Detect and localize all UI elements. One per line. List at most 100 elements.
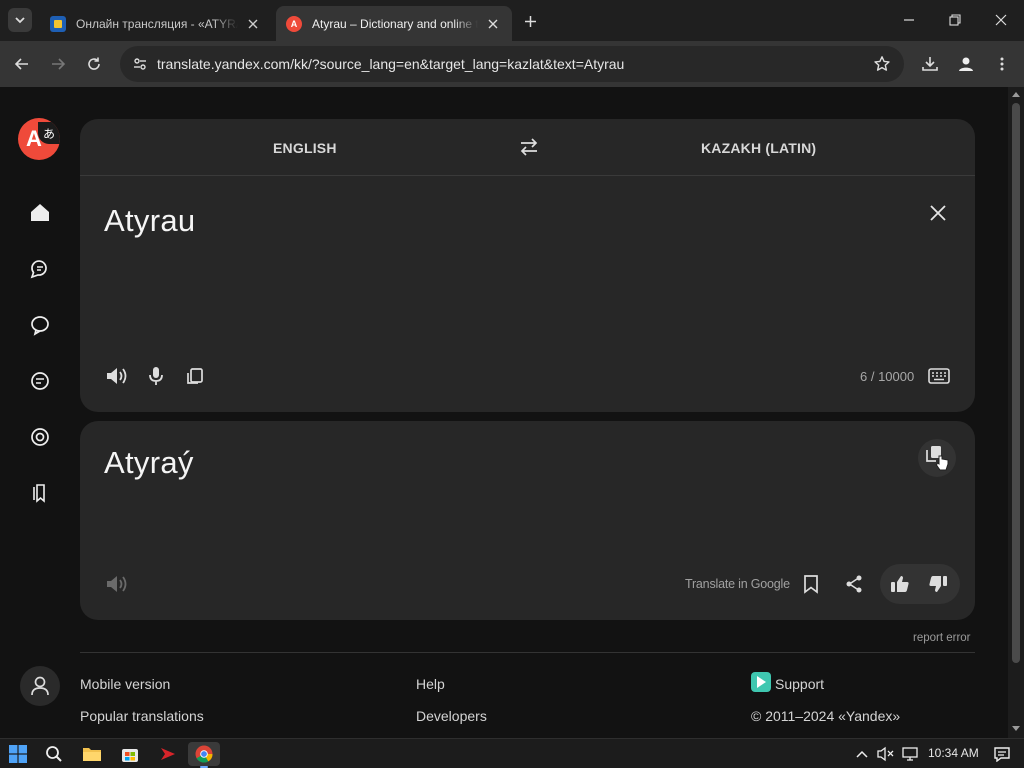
translation-card: Atyraý Translate in Google: [80, 421, 975, 620]
tab-search-button[interactable]: [8, 8, 32, 32]
network-monitor-icon: [902, 747, 918, 761]
language-bar: ENGLISH KAZAKH (LATIN): [80, 119, 975, 176]
translation-text: Atyraý: [104, 445, 194, 480]
downloads-button[interactable]: [916, 50, 944, 78]
source-language-selector[interactable]: ENGLISH: [273, 140, 337, 156]
camera-lens-icon: [31, 428, 49, 446]
sidebar-item-dialog[interactable]: [28, 257, 52, 281]
sidebar-item-documents[interactable]: [28, 369, 52, 393]
close-tab-icon[interactable]: [244, 15, 262, 33]
more-vertical-icon: [1000, 57, 1004, 71]
back-button[interactable]: [8, 50, 36, 78]
copy-translation-button[interactable]: [918, 439, 956, 477]
swap-languages-button[interactable]: [517, 135, 541, 159]
page-scrollbar[interactable]: [1008, 87, 1024, 738]
listen-source-button[interactable]: [104, 363, 130, 389]
source-card: ENGLISH KAZAKH (LATIN) Atyrau 6 / 10000: [80, 119, 975, 412]
report-error-link[interactable]: report error: [913, 632, 971, 644]
tv-favicon-icon: [50, 15, 66, 32]
tab-strip: Онлайн трансляция - «ATYRAU» A Atyrau – …: [0, 0, 1024, 41]
plus-icon: [524, 15, 536, 27]
tab-atyrau-stream[interactable]: Онлайн трансляция - «ATYRAU»: [40, 6, 272, 41]
address-bar[interactable]: translate.yandex.com/kk/?source_lang=en&…: [120, 46, 904, 82]
tab-yandex-translate[interactable]: A Atyrau – Dictionary and online transla…: [276, 6, 512, 41]
sidebar-item-chat[interactable]: [28, 313, 52, 337]
speaker-icon: [107, 368, 127, 384]
clear-text-button[interactable]: [926, 201, 950, 225]
file-explorer-button[interactable]: [80, 742, 104, 766]
notifications-button[interactable]: [990, 742, 1014, 766]
sidebar-item-collections[interactable]: [28, 481, 52, 505]
tab-title: Atyrau – Dictionary and online translati…: [312, 16, 478, 31]
source-text-input[interactable]: Atyrau: [104, 203, 195, 239]
download-icon: [922, 57, 938, 71]
speaker-icon: [107, 576, 127, 592]
browser-toolbar: translate.yandex.com/kk/?source_lang=en&…: [0, 41, 1024, 87]
sidebar-item-home[interactable]: [28, 201, 52, 225]
share-icon: [846, 575, 862, 593]
red-app-button[interactable]: [156, 742, 180, 766]
virtual-keyboard-button[interactable]: [926, 363, 952, 389]
swap-icon: [520, 138, 538, 156]
arrow-left-icon: [14, 58, 28, 70]
new-tab-button[interactable]: [518, 10, 542, 32]
microphone-icon: [149, 367, 163, 385]
bookmarks-icon: [33, 484, 45, 503]
show-hidden-icons-button[interactable]: [850, 742, 874, 766]
voice-input-button[interactable]: [143, 363, 169, 389]
thumbs-down-button[interactable]: [925, 571, 951, 597]
developers-link[interactable]: Developers: [416, 708, 487, 724]
close-tab-icon[interactable]: [484, 15, 502, 33]
thumbs-up-button[interactable]: [887, 571, 913, 597]
keyboard-icon: [928, 368, 950, 384]
windows-taskbar: 10:34 AM: [0, 738, 1024, 768]
copy-icon: [926, 446, 949, 471]
forward-button[interactable]: [44, 50, 72, 78]
taskbar-clock[interactable]: 10:34 AM: [928, 746, 979, 760]
windows-logo-icon: [9, 745, 27, 763]
sidebar-item-image[interactable]: [28, 425, 52, 449]
home-icon: [31, 204, 49, 221]
browser-menu-button[interactable]: [988, 50, 1016, 78]
scrollbar-thumb[interactable]: [1012, 103, 1020, 663]
volume-muted-button[interactable]: [874, 742, 898, 766]
message-lines-icon: [31, 372, 49, 390]
support-link[interactable]: Support: [775, 676, 824, 692]
reload-button[interactable]: [80, 50, 108, 78]
share-button[interactable]: [841, 571, 867, 597]
account-button[interactable]: [20, 666, 60, 706]
bookmark-star-icon[interactable]: [870, 52, 894, 76]
chevron-down-icon: [15, 17, 25, 24]
restore-button[interactable]: [932, 0, 978, 40]
site-info-icon[interactable]: [126, 50, 154, 78]
help-link[interactable]: Help: [416, 676, 445, 692]
translate-in-google-link[interactable]: Translate in Google: [685, 577, 790, 591]
close-window-button[interactable]: [978, 0, 1024, 40]
target-language-selector[interactable]: KAZAKH (LATIN): [701, 140, 816, 156]
user-icon: [31, 676, 49, 696]
scroll-up-arrow-icon[interactable]: [1012, 91, 1020, 97]
save-translation-button[interactable]: [798, 571, 824, 597]
profile-button[interactable]: [952, 50, 980, 78]
mobile-version-link[interactable]: Mobile version: [80, 676, 170, 692]
chrome-icon: [195, 745, 213, 763]
search-icon: [46, 746, 62, 762]
microsoft-store-button[interactable]: [118, 742, 142, 766]
url-text: translate.yandex.com/kk/?source_lang=en&…: [157, 56, 625, 72]
yandex-translate-logo[interactable]: A あ: [18, 118, 60, 160]
chat-translate-icon: [30, 260, 47, 279]
network-button[interactable]: [898, 742, 922, 766]
copy-source-button[interactable]: [182, 363, 208, 389]
start-button[interactable]: [6, 742, 30, 766]
popular-translations-link[interactable]: Popular translations: [80, 708, 204, 724]
scroll-down-arrow-icon[interactable]: [1012, 726, 1020, 732]
store-icon: [122, 749, 138, 762]
listen-translation-button[interactable]: [104, 571, 130, 597]
minimize-button[interactable]: [886, 0, 932, 40]
copyright-text: © 2011–2024 «Yandex»: [751, 708, 901, 724]
chat-bubble-icon: [31, 316, 49, 336]
taskbar-search-button[interactable]: [42, 742, 66, 766]
chrome-taskbar-button[interactable]: [188, 742, 220, 768]
profile-icon: [959, 57, 973, 71]
logo-kana-glyph: あ: [38, 122, 60, 144]
